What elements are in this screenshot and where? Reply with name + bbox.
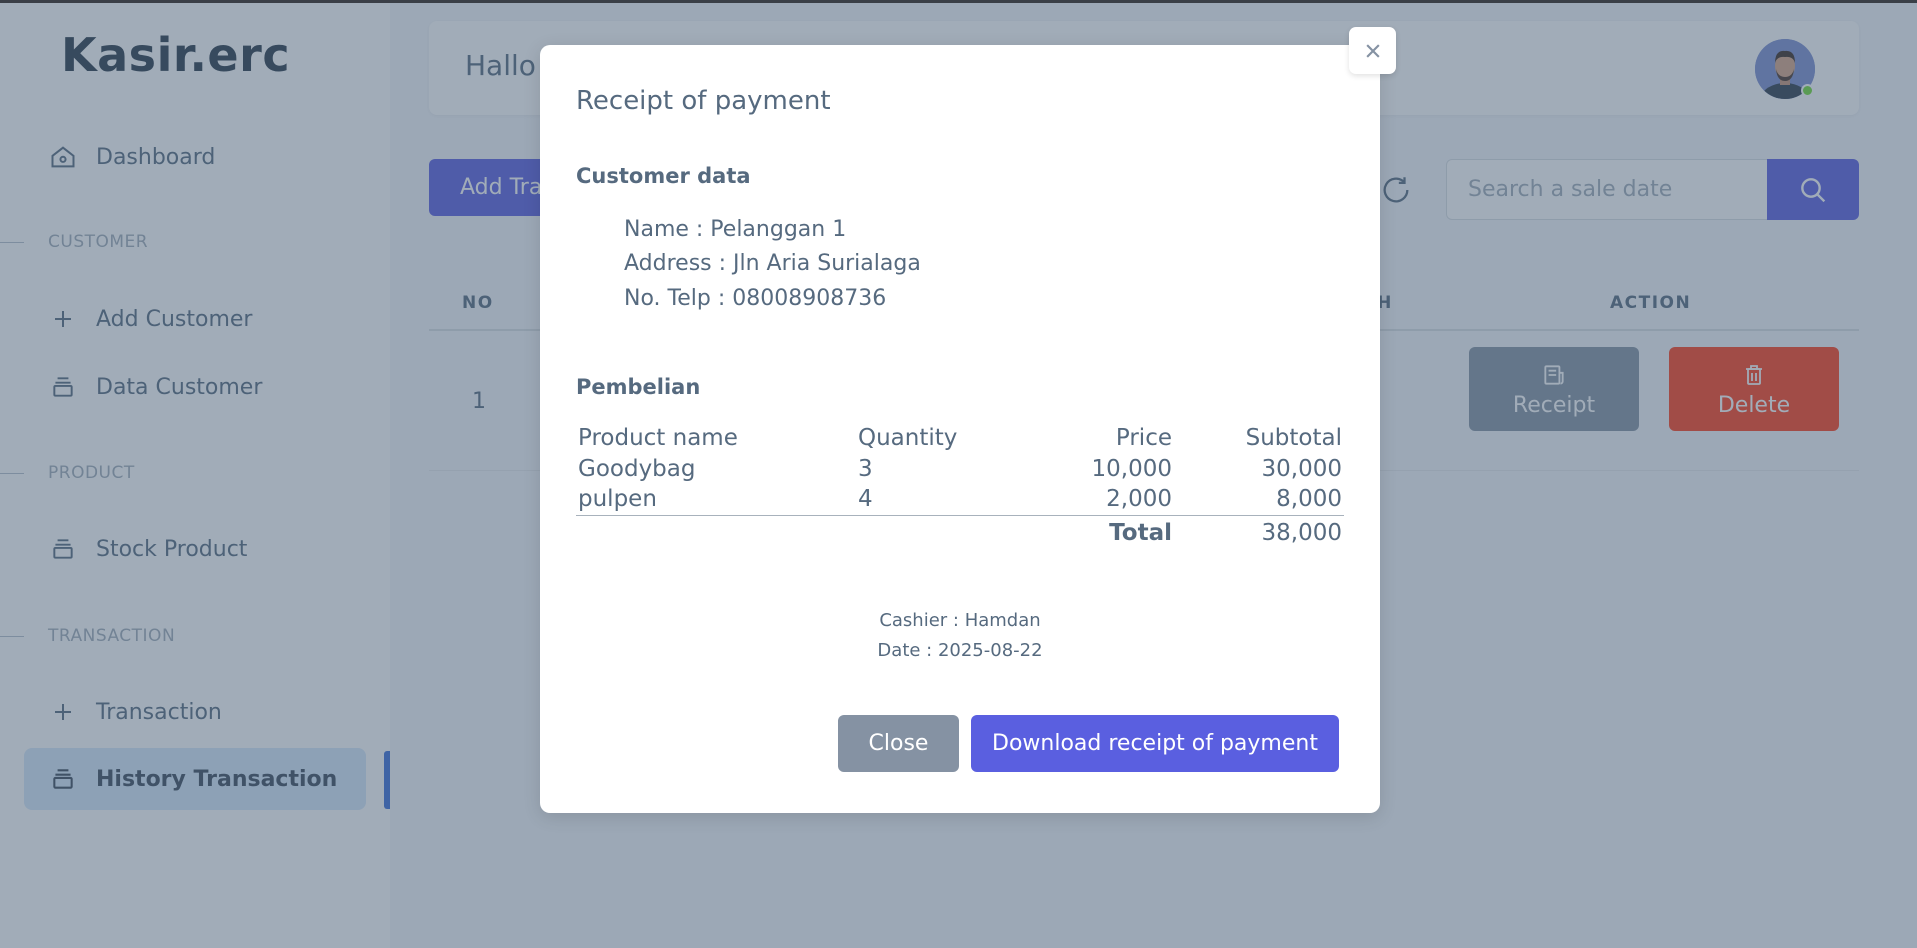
download-receipt-button[interactable]: Download receipt of payment <box>971 715 1339 772</box>
window-top-border <box>0 0 1917 3</box>
total-label: Total <box>1109 520 1172 547</box>
item-product: Goodybag <box>578 455 696 482</box>
column-price: Price <box>1115 424 1172 451</box>
item-quantity: 3 <box>858 455 873 482</box>
customer-name: Name : Pelanggan 1 <box>624 217 847 242</box>
item-price: 2,000 <box>1026 484 1174 516</box>
customer-section-title: Customer data <box>576 164 751 188</box>
customer-address: Address : Jln Aria Surialaga <box>624 251 921 276</box>
close-icon <box>1365 43 1380 58</box>
modal-title: Receipt of payment <box>576 86 831 116</box>
receipt-modal: Receipt of payment Customer data Name : … <box>540 45 1380 813</box>
item-subtotal: 30,000 <box>1261 455 1342 482</box>
purchase-section-title: Pembelian <box>576 375 701 399</box>
item-quantity: 4 <box>856 484 1026 516</box>
purchase-table-header: Product name Quantity Price Subtotal <box>576 422 1344 453</box>
item-subtotal: 8,000 <box>1174 484 1344 516</box>
date-text: Date : 2025-08-22 <box>877 640 1043 661</box>
item-product: pulpen <box>576 484 856 516</box>
item-price: 10,000 <box>1091 455 1172 482</box>
close-button[interactable]: Close <box>838 715 959 772</box>
cashier-text: Cashier : Hamdan <box>879 610 1041 631</box>
customer-phone: No. Telp : 08008908736 <box>624 286 887 311</box>
total-value: 38,000 <box>1261 520 1342 547</box>
purchase-table: Product name Quantity Price Subtotal Goo… <box>576 422 1344 549</box>
column-quantity: Quantity <box>858 424 958 451</box>
column-subtotal: Subtotal <box>1245 424 1342 451</box>
modal-close-button[interactable] <box>1349 27 1396 74</box>
total-row: Total 38,000 <box>576 515 1344 549</box>
table-row: Goodybag 3 10,000 30,000 <box>576 453 1344 484</box>
table-row: pulpen 4 2,000 8,000 <box>576 484 1344 516</box>
column-product: Product name <box>578 424 738 451</box>
